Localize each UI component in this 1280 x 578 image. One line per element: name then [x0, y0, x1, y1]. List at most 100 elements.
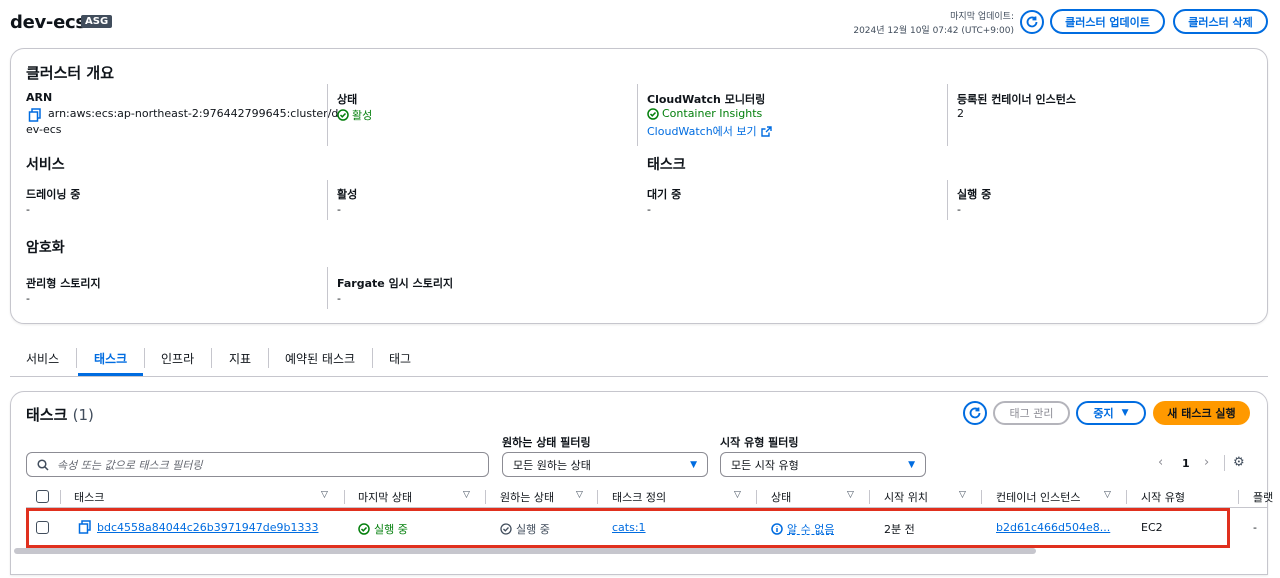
divider: [947, 180, 948, 220]
column-separator: [869, 490, 870, 504]
draining-value: -: [26, 203, 30, 216]
tab-tags[interactable]: 태그: [389, 350, 411, 367]
status-value: 활성: [337, 107, 372, 123]
task-search-input[interactable]: 속성 또는 값으로 태스크 필터링: [26, 452, 489, 477]
desired-status-filter-label: 원하는 상태 필터링: [502, 436, 591, 449]
caret-down-icon: ▼: [690, 459, 697, 470]
status-label: 상태: [337, 93, 358, 106]
cluster-overview-panel: [10, 48, 1268, 324]
running-tasks-value: -: [957, 203, 961, 216]
sort-icon[interactable]: ▽: [576, 490, 583, 500]
refresh-icon: [969, 407, 981, 419]
cloudwatch-link[interactable]: CloudWatch에서 보기: [647, 123, 772, 139]
column-header-container-instance[interactable]: 컨테이너 인스턴스: [996, 489, 1080, 505]
select-all-checkbox[interactable]: [36, 490, 49, 503]
tab-metrics[interactable]: 지표: [229, 350, 251, 367]
launch-type-filter-label: 시작 유형 필터링: [720, 436, 799, 449]
sort-icon[interactable]: ▽: [1104, 490, 1111, 500]
page-title: dev-ecs: [10, 12, 86, 33]
sort-icon[interactable]: ▽: [847, 490, 854, 500]
tasks-refresh-button[interactable]: [963, 401, 987, 425]
run-new-task-button[interactable]: 새 태스크 실행: [1153, 401, 1250, 425]
page-number[interactable]: 1: [1182, 457, 1190, 470]
platform-cell: -: [1253, 521, 1257, 534]
column-header-platform[interactable]: 플랫: [1253, 489, 1273, 505]
divider: [637, 84, 638, 146]
column-header-desired-status[interactable]: 원하는 상태: [500, 489, 554, 505]
column-separator: [60, 490, 61, 504]
prev-page-icon[interactable]: ‹: [1158, 455, 1163, 470]
arn-value-cont: ev-ecs: [26, 123, 62, 136]
sort-icon[interactable]: ▽: [463, 490, 470, 500]
check-circle-icon: [647, 107, 659, 120]
sort-icon[interactable]: ▽: [734, 490, 741, 500]
column-separator: [981, 490, 982, 504]
gear-icon[interactable]: ⚙: [1233, 455, 1245, 470]
column-separator: [1126, 490, 1127, 504]
launch-type-select[interactable]: 모든 시작 유형 ▼: [720, 452, 926, 477]
divider: [327, 84, 328, 146]
divider: [327, 180, 328, 220]
tab-tasks[interactable]: 태스크: [94, 350, 127, 367]
cloudwatch-link-text[interactable]: CloudWatch에서 보기: [647, 123, 757, 139]
tab-separator: [76, 348, 77, 368]
check-circle-icon: [337, 109, 349, 121]
container-insights-status: Container Insights: [647, 107, 762, 120]
container-insights-text: Container Insights: [662, 107, 763, 120]
overview-title: 클러스터 개요: [26, 64, 115, 82]
column-header-last-status[interactable]: 마지막 상태: [358, 489, 412, 505]
tab-services[interactable]: 서비스: [26, 350, 59, 367]
stop-button[interactable]: 중지 ▼: [1076, 401, 1146, 425]
arn-value: arn:aws:ecs:ap-northeast-2:976442799645:…: [48, 107, 339, 120]
tab-infrastructure[interactable]: 인프라: [161, 350, 194, 367]
divider: [947, 84, 948, 146]
desired-status-select-value: 모든 원하는 상태: [513, 458, 591, 472]
tasks-panel-title: 태스크 (1): [26, 404, 94, 425]
highlight-box: [26, 508, 1230, 548]
services-section-title: 서비스: [26, 157, 65, 173]
stop-button-label: 중지: [1093, 407, 1114, 420]
manage-tags-button[interactable]: 태그 관리: [993, 401, 1070, 425]
asg-badge: ASG: [81, 15, 113, 28]
tab-separator: [211, 348, 212, 368]
next-page-icon[interactable]: ›: [1204, 455, 1209, 470]
fargate-storage-value: -: [337, 292, 341, 305]
caret-down-icon: ▼: [908, 459, 915, 470]
desired-status-select[interactable]: 모든 원하는 상태 ▼: [502, 452, 708, 477]
column-header-launch-type[interactable]: 시작 유형: [1141, 489, 1185, 505]
arn-label: ARN: [26, 91, 53, 104]
update-cluster-button[interactable]: 클러스터 업데이트: [1050, 9, 1165, 34]
column-header-task-definition[interactable]: 태스크 정의: [612, 489, 666, 505]
column-separator: [485, 490, 486, 504]
caret-down-icon: ▼: [1121, 408, 1129, 418]
launch-type-select-value: 모든 시작 유형: [731, 458, 799, 472]
last-update-label: 마지막 업데이트:: [950, 12, 1014, 22]
draining-label: 드레이닝 중: [26, 188, 81, 201]
tab-scheduled-tasks[interactable]: 예약된 태스크: [285, 350, 355, 367]
column-header-health[interactable]: 상태: [771, 489, 791, 505]
refresh-button[interactable]: [1020, 10, 1044, 34]
pending-tasks-value: -: [647, 203, 651, 216]
pending-tasks-label: 대기 중: [647, 188, 682, 201]
divider: [1224, 455, 1225, 471]
column-header-started[interactable]: 시작 위치: [884, 489, 928, 505]
sort-icon[interactable]: ▽: [321, 490, 328, 500]
active-services-label: 활성: [337, 188, 358, 201]
registered-instances-label: 등록된 컨테이너 인스턴스: [957, 93, 1076, 106]
tab-separator: [144, 348, 145, 368]
search-placeholder: 속성 또는 값으로 태스크 필터링: [57, 458, 203, 472]
tab-separator: [268, 348, 269, 368]
column-separator: [597, 490, 598, 504]
horizontal-scrollbar[interactable]: [14, 548, 1036, 554]
delete-cluster-button[interactable]: 클러스터 삭제: [1173, 9, 1268, 34]
active-services-value: -: [337, 203, 341, 216]
column-separator: [1238, 490, 1239, 504]
cloudwatch-label: CloudWatch 모니터링: [647, 93, 766, 106]
encryption-section-title: 암호화: [26, 240, 65, 256]
column-separator: [344, 490, 345, 504]
column-header-task[interactable]: 태스크: [74, 489, 104, 505]
registered-instances-value: 2: [957, 107, 964, 120]
tab-separator: [372, 348, 373, 368]
running-tasks-label: 실행 중: [957, 188, 992, 201]
sort-icon[interactable]: ▽: [959, 490, 966, 500]
